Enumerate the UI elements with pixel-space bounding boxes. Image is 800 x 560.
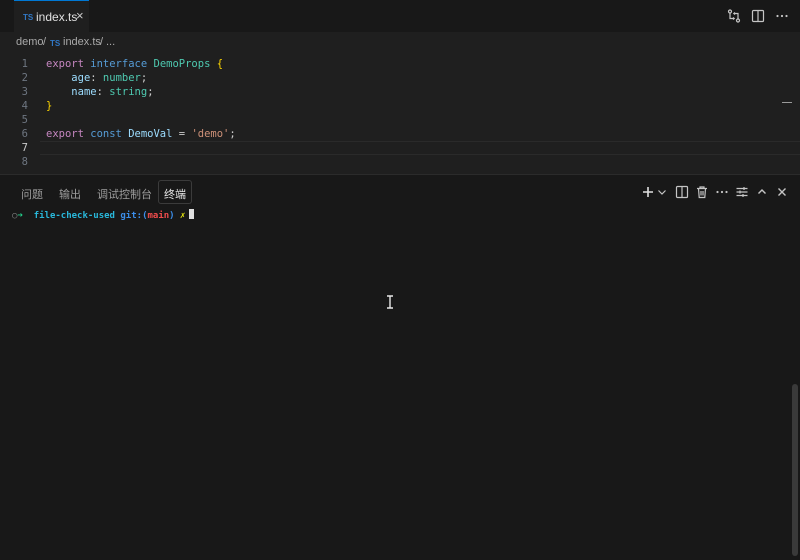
type-name: number xyxy=(102,72,141,84)
chevron-up-icon[interactable] xyxy=(754,184,770,200)
chevron-down-icon[interactable] xyxy=(654,184,670,200)
keyword: const xyxy=(90,128,122,140)
text-cursor-icon xyxy=(387,295,393,309)
prompt-directory: file-check-used xyxy=(33,211,115,221)
keyword: interface xyxy=(90,58,148,70)
terminal-prompt: ○➜ file-check-used git:(main) ✗ xyxy=(12,209,195,221)
tab-label: index.ts xyxy=(36,10,78,24)
keyword: export xyxy=(46,128,84,140)
breadcrumb-file[interactable]: index.ts xyxy=(63,36,101,48)
editor-tab-bar: TS index.ts × xyxy=(0,0,800,32)
tab-problems[interactable]: 问题 xyxy=(21,180,43,204)
variable-name: DemoVal xyxy=(128,128,173,140)
code-line-6: export const DemoVal = 'demo'; xyxy=(46,128,236,140)
breadcrumb: demo / TS index.ts / ... xyxy=(0,32,800,54)
settings-sliders-icon[interactable] xyxy=(734,184,750,200)
colon: : xyxy=(90,72,97,84)
split-terminal-icon[interactable] xyxy=(674,184,690,200)
code-line-1: export interface DemoProps { xyxy=(46,58,223,70)
line-number: 6 xyxy=(21,128,28,140)
keyword: export xyxy=(46,58,84,70)
prompt-git-branch: main xyxy=(147,211,170,221)
tab-debug-console[interactable]: 调试控制台 xyxy=(97,180,152,204)
more-icon[interactable] xyxy=(714,184,730,200)
property-name: age xyxy=(71,72,91,84)
code-line-2: age: number; xyxy=(46,72,147,84)
line-number: 1 xyxy=(21,58,28,70)
editor-actions xyxy=(726,8,790,24)
terminal-scrollbar[interactable] xyxy=(792,384,798,556)
line-number-active: 7 xyxy=(21,142,28,154)
overview-ruler-mark xyxy=(782,102,792,103)
string-literal: 'demo' xyxy=(191,128,230,140)
property-name: name xyxy=(71,86,97,98)
current-line-highlight xyxy=(40,141,800,155)
line-number: 5 xyxy=(21,114,28,126)
typescript-file-icon: TS xyxy=(23,13,34,22)
line-number: 2 xyxy=(21,72,28,84)
breadcrumb-separator: / xyxy=(100,36,104,48)
prompt-git-close: ) xyxy=(169,211,175,221)
compare-changes-icon[interactable] xyxy=(726,8,742,24)
tab-index-ts[interactable]: TS index.ts × xyxy=(14,0,89,32)
operator: = xyxy=(178,128,186,140)
terminal-cursor xyxy=(189,209,195,219)
trash-icon[interactable] xyxy=(694,184,710,200)
code-line-4: } xyxy=(46,100,52,112)
line-number: 8 xyxy=(21,156,28,168)
prompt-arrow: ➜ xyxy=(17,211,23,221)
semicolon: ; xyxy=(147,86,154,98)
type-name: string xyxy=(109,86,148,98)
close-icon[interactable] xyxy=(774,184,790,200)
split-editor-icon[interactable] xyxy=(750,8,766,24)
more-actions-icon[interactable] xyxy=(774,8,790,24)
breadcrumb-folder[interactable]: demo xyxy=(16,36,44,48)
colon: : xyxy=(96,86,103,98)
semicolon: ; xyxy=(140,72,148,84)
line-number: 3 xyxy=(21,86,28,98)
line-number: 4 xyxy=(21,100,28,112)
type-name: DemoProps xyxy=(153,58,211,70)
tab-terminal[interactable]: 终端 xyxy=(158,180,192,204)
breadcrumb-separator: / xyxy=(43,36,47,48)
prompt-dirty-mark: ✗ xyxy=(180,211,186,221)
terminal[interactable]: ○➜ file-check-used git:(main) ✗ xyxy=(0,204,800,560)
code-line-3: name: string; xyxy=(46,86,154,98)
typescript-file-icon: TS xyxy=(50,39,61,48)
brace: } xyxy=(46,100,53,112)
close-icon[interactable]: × xyxy=(76,8,84,23)
code-editor[interactable]: 1 2 3 4 5 6 7 8 export interface DemoPro… xyxy=(0,54,800,174)
semicolon: ; xyxy=(229,128,236,140)
tab-output[interactable]: 输出 xyxy=(59,180,81,204)
panel-tab-bar: 问题 输出 调试控制台 终端 xyxy=(0,180,800,204)
breadcrumb-more[interactable]: ... xyxy=(106,36,115,48)
panel-actions xyxy=(640,184,790,200)
brace: { xyxy=(216,58,224,70)
prompt-git-label: git:( xyxy=(120,211,148,221)
